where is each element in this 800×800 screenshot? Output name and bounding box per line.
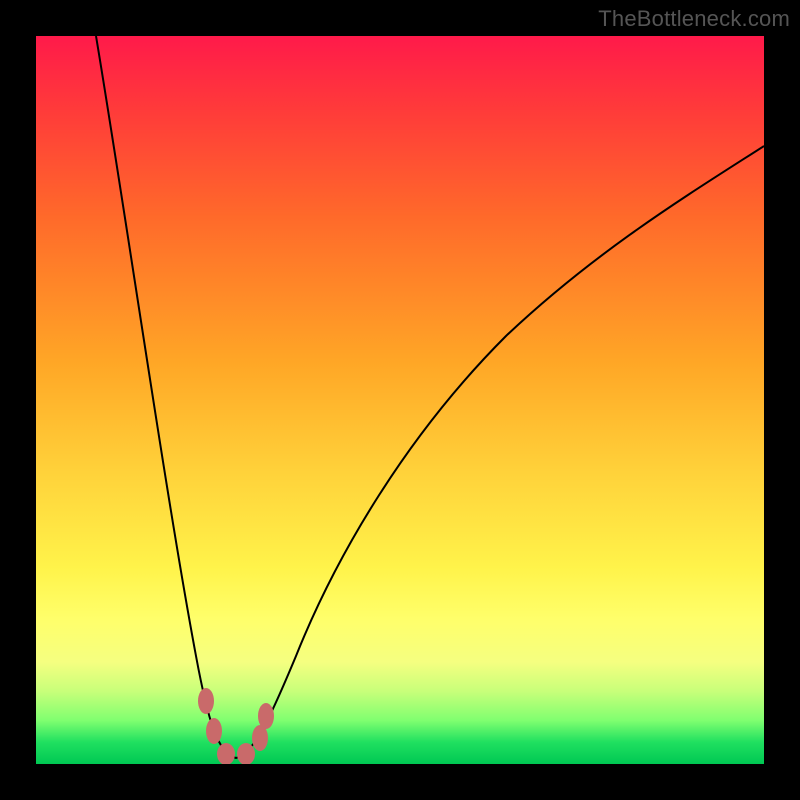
marker-dot bbox=[206, 718, 222, 744]
bottleneck-curve bbox=[96, 36, 764, 758]
marker-dot bbox=[258, 703, 274, 729]
watermark-text: TheBottleneck.com bbox=[598, 6, 790, 32]
bottleneck-curve-svg bbox=[36, 36, 764, 764]
marker-dot bbox=[217, 743, 235, 764]
marker-dot bbox=[237, 743, 255, 764]
chart-area bbox=[36, 36, 764, 764]
curve-markers bbox=[198, 688, 274, 764]
marker-dot bbox=[198, 688, 214, 714]
